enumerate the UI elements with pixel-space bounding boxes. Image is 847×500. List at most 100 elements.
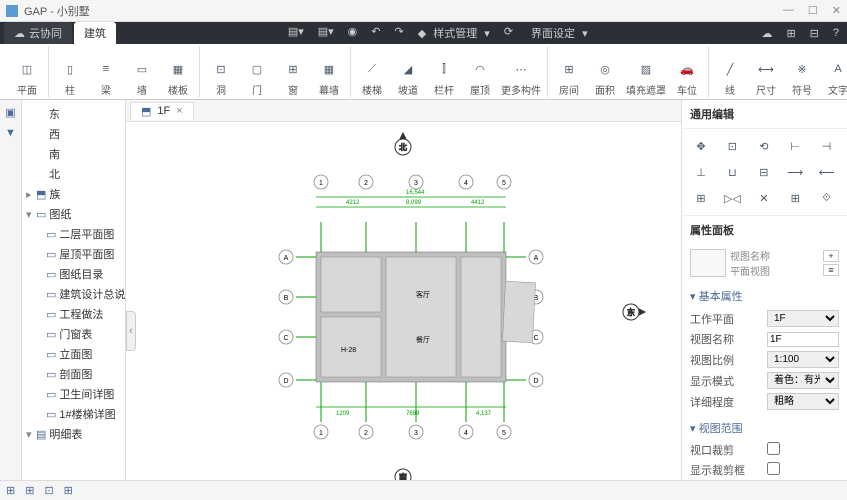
file-tab-1f[interactable]: ⬒ 1F × [130, 102, 194, 120]
tree-node-14[interactable]: ▭卫生间详图 [24, 384, 123, 404]
prop-input-视口裁剪[interactable] [767, 442, 780, 455]
tree-node-9[interactable]: ▭建筑设计总说明 [24, 284, 123, 304]
close-button[interactable]: ✕ [832, 4, 841, 17]
leftbar-filter-icon[interactable]: ▼ [5, 127, 16, 139]
svg-text:A: A [534, 255, 539, 262]
menu-cloud-icon[interactable]: ☁ [757, 27, 776, 40]
edit-tool-7[interactable]: ⊟ [751, 161, 777, 183]
tree-node-4[interactable]: ▸⬒族 [24, 184, 123, 204]
ribbon-幕墙[interactable]: ▦幕墙 [314, 47, 344, 97]
edit-tool-6[interactable]: ⊔ [719, 161, 745, 183]
tab-cloud[interactable]: ☁云协同 [4, 22, 72, 44]
ribbon-平面[interactable]: ◫平面 [12, 47, 42, 97]
menu-grid-icon[interactable]: ⊞ [782, 27, 799, 40]
ribbon-线[interactable]: ╱线 [715, 47, 745, 97]
tree-node-7[interactable]: ▭屋顶平面图 [24, 244, 123, 264]
tab-architecture[interactable]: 建筑 [74, 22, 116, 44]
undo-icon[interactable]: ↶ [367, 25, 384, 41]
tree-node-8[interactable]: ▭图纸目录 [24, 264, 123, 284]
drawing-canvas[interactable]: ‹ 北 南 东 1122334455 AABBCCDD 客厅 餐厅 H-28 [126, 122, 681, 500]
tree-node-12[interactable]: ▭立面图 [24, 344, 123, 364]
ribbon-楼板[interactable]: ▦楼板 [163, 47, 193, 97]
status-icon-2[interactable]: ⊞ [25, 484, 34, 497]
ribbon-柱[interactable]: ▯柱 [55, 47, 85, 97]
edit-tool-14[interactable]: ⟐ [814, 187, 840, 209]
tree-node-15[interactable]: ▭1#楼梯详图 [24, 404, 123, 424]
menu-dropdown-1[interactable]: ▤▾ [284, 25, 308, 41]
ribbon-楼梯[interactable]: ⟋楼梯 [357, 47, 387, 97]
edit-tool-11[interactable]: ▷◁ [719, 187, 745, 209]
ribbon-屋顶[interactable]: ◠屋顶 [465, 47, 495, 97]
redo-icon[interactable]: ↷ [391, 25, 408, 41]
ribbon-填充遮罩[interactable]: ▨填充遮罩 [626, 47, 666, 97]
ribbon-面积[interactable]: ◎面积 [590, 47, 620, 97]
menu-dropdown-2[interactable]: ▤▾ [314, 25, 338, 41]
ribbon-栏杆[interactable]: ⫿栏杆 [429, 47, 459, 97]
tree-node-16[interactable]: ▾▤明细表 [24, 424, 123, 444]
edit-tool-8[interactable]: ⟶ [782, 161, 808, 183]
thumb-add-button[interactable]: + [823, 250, 839, 262]
menu-collapse-icon[interactable]: ⊟ [806, 27, 823, 40]
ribbon-尺寸[interactable]: ⟷尺寸 [751, 47, 781, 97]
prop-input-工作平面[interactable]: 1F [767, 310, 839, 327]
edit-tool-1[interactable]: ⊡ [719, 135, 745, 157]
svg-text:16,544: 16,544 [406, 190, 425, 196]
edit-tool-4[interactable]: ⊣ [814, 135, 840, 157]
prop-input-显示裁剪框[interactable] [767, 462, 780, 475]
edit-tool-9[interactable]: ⟵ [814, 161, 840, 183]
status-icon-1[interactable]: ⊞ [6, 484, 15, 497]
menu-save-icon[interactable]: ◉ [344, 25, 362, 41]
file-tab-close[interactable]: × [176, 105, 182, 117]
tree-node-13[interactable]: ▭剖面图 [24, 364, 123, 384]
tree-node-1[interactable]: 西 [24, 124, 123, 144]
edit-tool-3[interactable]: ⊢ [782, 135, 808, 157]
prop-input-视图比例[interactable]: 1:100 [767, 351, 839, 368]
menu-help-icon[interactable]: ? [829, 27, 843, 40]
ribbon-label: 车位 [677, 82, 697, 97]
status-icon-4[interactable]: ⊞ [64, 484, 73, 497]
prop-input-视图名称[interactable] [767, 332, 839, 347]
ribbon-label: 坡道 [398, 82, 418, 97]
prop-section-0[interactable]: ▾ 基本属性 [690, 284, 839, 308]
ribbon-门[interactable]: ▢门 [242, 47, 272, 97]
ribbon-墙[interactable]: ▭墙 [127, 47, 157, 97]
ribbon-车位[interactable]: 🚗车位 [672, 47, 702, 97]
menu-style[interactable]: ◆ 样式管理 ▾ [414, 25, 494, 41]
maximize-button[interactable]: ☐ [808, 4, 818, 17]
ribbon-文字[interactable]: A文字 [823, 47, 847, 97]
tree-node-11[interactable]: ▭门窗表 [24, 324, 123, 344]
tree-node-0[interactable]: 东 [24, 104, 123, 124]
ribbon-房间[interactable]: ⊞房间 [554, 47, 584, 97]
tree-node-6[interactable]: ▭二层平面图 [24, 224, 123, 244]
tree-node-2[interactable]: 南 [24, 144, 123, 164]
status-icon-3[interactable]: ⊡ [44, 484, 53, 497]
tree-node-10[interactable]: ▭工程做法 [24, 304, 123, 324]
leftbar-panel-icon[interactable]: ▣ [5, 106, 15, 119]
ribbon-icon: ▨ [635, 58, 657, 80]
ribbon-label: 楼板 [168, 82, 188, 97]
edit-tool-13[interactable]: ⊞ [782, 187, 808, 209]
menu-refresh-icon[interactable]: ⟳ [500, 25, 517, 41]
ribbon-洞[interactable]: ⊡洞 [206, 47, 236, 97]
tree-node-5[interactable]: ▾▭图纸 [24, 204, 123, 224]
menu-ui-settings[interactable]: 界面设定 ▾ [523, 25, 592, 41]
ribbon-窗[interactable]: ⊞窗 [278, 47, 308, 97]
edit-tool-2[interactable]: ⟲ [751, 135, 777, 157]
edit-tool-10[interactable]: ⊞ [688, 187, 714, 209]
edit-tool-12[interactable]: ✕ [751, 187, 777, 209]
window-title: GAP - 小别墅 [24, 3, 783, 19]
tree-node-3[interactable]: 北 [24, 164, 123, 184]
prop-section-1[interactable]: ▾ 视图范围 [690, 416, 839, 440]
edit-tool-5[interactable]: ⊥ [688, 161, 714, 183]
ribbon-label: 房间 [559, 82, 579, 97]
ribbon-梁[interactable]: ≡梁 [91, 47, 121, 97]
ribbon-坡道[interactable]: ◢坡道 [393, 47, 423, 97]
ribbon-更多构件[interactable]: ⋯更多构件 [501, 47, 541, 97]
prop-input-详细程度[interactable]: 粗略 [767, 393, 839, 410]
file-tab-label: 1F [157, 105, 170, 117]
edit-tool-0[interactable]: ✥ [688, 135, 714, 157]
ribbon-符号[interactable]: ※符号 [787, 47, 817, 97]
thumb-menu-button[interactable]: ≡ [823, 264, 839, 276]
minimize-button[interactable]: — [783, 4, 794, 17]
prop-input-显示模式[interactable]: 着色：有光照，无 [767, 372, 839, 389]
